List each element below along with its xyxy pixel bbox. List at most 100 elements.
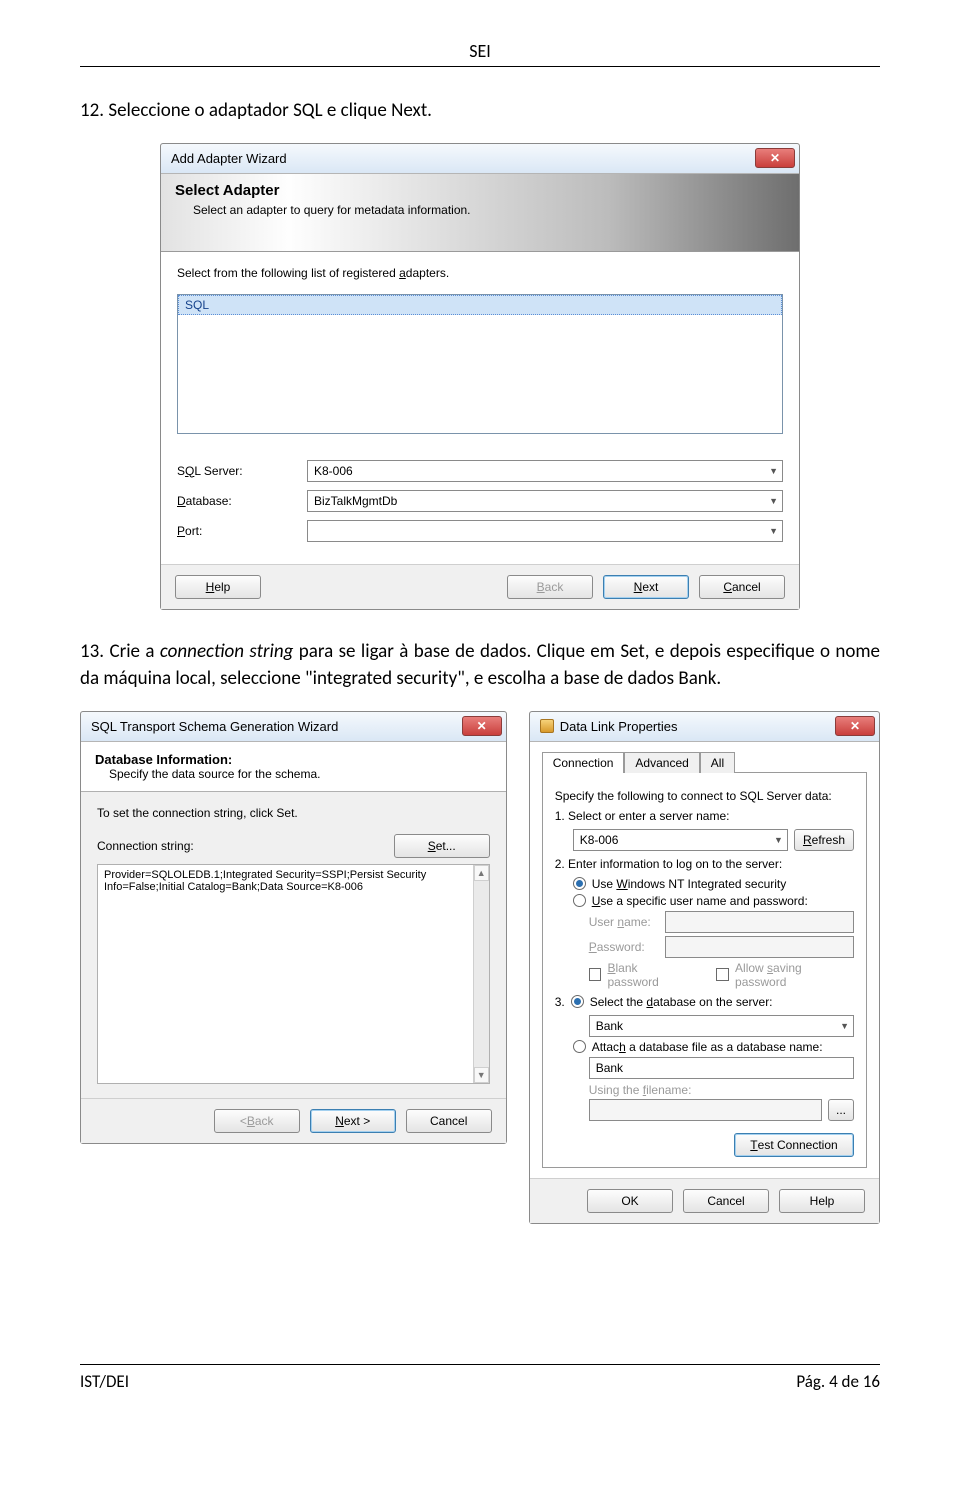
dialog-button-row: OK Cancel Help (530, 1178, 879, 1223)
next-button[interactable]: Next > (310, 1109, 396, 1133)
add-adapter-wizard-window: Add Adapter Wizard ✕ Select Adapter Sele… (160, 143, 800, 610)
label-sql-server: SQL Server: (177, 464, 307, 478)
attach-db-name-input[interactable]: Bank (589, 1057, 854, 1079)
radio-icon (573, 1040, 586, 1053)
tab-connection[interactable]: Connection (542, 752, 625, 773)
port-combo[interactable]: ▼ (307, 520, 783, 542)
close-icon: ✕ (850, 719, 860, 733)
browse-button[interactable]: ... (828, 1099, 854, 1121)
set-prompt: To set the connection string, click Set. (97, 806, 490, 820)
radio-select-db-label: Select the database on the server: (590, 995, 773, 1009)
radio-nt-integrated[interactable]: Use Windows NT Integrated security (573, 877, 854, 891)
test-connection-button[interactable]: Test Connection (734, 1133, 854, 1157)
titlebar[interactable]: Add Adapter Wizard ✕ (161, 144, 799, 174)
radio-attach-db[interactable]: Attach a database file as a database nam… (573, 1040, 854, 1054)
label-filename: Using the filename: (589, 1083, 854, 1097)
refresh-button[interactable]: Refresh (794, 829, 854, 851)
wizard-body: To set the connection string, click Set.… (81, 792, 506, 1098)
label-connection-string: Connection string: (97, 839, 194, 853)
step2-label: 2. Enter information to log on to the se… (555, 857, 854, 871)
page-footer: IST/DEI Pág. 4 de 16 (80, 1371, 880, 1392)
radio-specific-user[interactable]: Use a specific user name and password: (573, 894, 854, 908)
row-port: Port: ▼ (177, 520, 783, 542)
chevron-down-icon: ▼ (769, 526, 778, 536)
step1-label: 1. Select or enter a server name: (555, 809, 854, 823)
window-title: Add Adapter Wizard (171, 151, 287, 166)
close-button[interactable]: ✕ (462, 716, 502, 736)
tab-all[interactable]: All (700, 752, 735, 773)
dialog-icon (540, 719, 554, 733)
adapter-item-sql[interactable]: SQL (178, 295, 782, 315)
wizard-banner: Select Adapter Select an adapter to quer… (161, 174, 799, 252)
connection-string-textarea[interactable]: Provider=SQLOLEDB.1;Integrated Security=… (97, 864, 490, 1084)
chevron-down-icon: ▼ (840, 1021, 849, 1031)
password-input (665, 936, 854, 958)
help-button[interactable]: Help (779, 1189, 865, 1213)
cancel-button[interactable]: Cancel (406, 1109, 492, 1133)
footer-rule (80, 1364, 880, 1365)
tabstrip: Connection Advanced All (542, 752, 867, 773)
sql-server-combo[interactable]: K8-006 ▼ (307, 460, 783, 482)
header-rule (80, 66, 880, 67)
database-value: Bank (596, 1019, 623, 1033)
database-combo[interactable]: BizTalkMgmtDb ▼ (307, 490, 783, 512)
banner-subtitle: Specify the data source for the schema. (95, 767, 492, 781)
close-button[interactable]: ✕ (755, 148, 795, 168)
step3-number: 3. (555, 995, 565, 1009)
wizard-button-row: < Back Next > Cancel (81, 1098, 506, 1143)
next-button[interactable]: Next (603, 575, 689, 599)
dialog-intro: Specify the following to connect to SQL … (555, 789, 854, 803)
close-icon: ✕ (770, 151, 780, 165)
label-database: Database: (177, 494, 307, 508)
radio-icon (573, 894, 586, 907)
connection-string-value: Provider=SQLOLEDB.1;Integrated Security=… (104, 869, 483, 893)
database-combo[interactable]: Bank ▼ (589, 1015, 854, 1037)
chevron-down-icon: ▼ (769, 466, 778, 476)
label-password: Password: (589, 940, 659, 954)
chevron-down-icon: ▼ (769, 496, 778, 506)
database-value: BizTalkMgmtDb (314, 494, 397, 508)
checkbox-allow-save-password (716, 968, 729, 981)
sql-server-value: K8-006 (314, 464, 353, 478)
checkbox-blank-password (589, 968, 602, 981)
cancel-button[interactable]: Cancel (683, 1189, 769, 1213)
tab-panel-connection: Specify the following to connect to SQL … (542, 772, 867, 1168)
adapters-listbox[interactable]: SQL (177, 294, 783, 434)
scroll-up-icon[interactable]: ▲ (474, 865, 489, 881)
scrollbar[interactable]: ▲ ▼ (473, 865, 489, 1083)
close-button[interactable]: ✕ (835, 716, 875, 736)
help-button[interactable]: Help (175, 575, 261, 599)
sql-transport-wizard-window: SQL Transport Schema Generation Wizard ✕… (80, 711, 507, 1144)
banner-subtitle: Select an adapter to query for metadata … (175, 203, 785, 217)
window-title: Data Link Properties (560, 719, 678, 734)
server-name-value: K8-006 (580, 833, 619, 847)
wizard-button-row: Help Back Next Cancel (161, 564, 799, 609)
filename-input (589, 1099, 822, 1121)
window-title: SQL Transport Schema Generation Wizard (91, 719, 338, 734)
tab-advanced[interactable]: Advanced (624, 752, 699, 773)
username-input (665, 911, 854, 933)
footer-right: Pág. 4 de 16 (796, 1371, 880, 1392)
step-12-text: 12. Seleccione o adaptador SQL e clique … (80, 97, 880, 125)
back-button[interactable]: Back (507, 575, 593, 599)
titlebar[interactable]: SQL Transport Schema Generation Wizard ✕ (81, 712, 506, 742)
adapters-list-label: Select from the following list of regist… (177, 266, 783, 280)
label-username: User name: (589, 915, 659, 929)
step-13-text: 13. Crie a connection string para se lig… (80, 638, 880, 693)
radio-select-db[interactable] (571, 995, 584, 1008)
set-button[interactable]: Set... (394, 834, 490, 858)
banner-title: Database Information: (95, 752, 492, 767)
footer-left: IST/DEI (80, 1371, 129, 1392)
chevron-down-icon: ▼ (774, 835, 783, 845)
page-header: SEI (80, 40, 880, 62)
wizard-body: Select from the following list of regist… (161, 252, 799, 564)
ok-button[interactable]: OK (587, 1189, 673, 1213)
wizard-banner: Database Information: Specify the data s… (81, 742, 506, 792)
titlebar[interactable]: Data Link Properties ✕ (530, 712, 879, 742)
close-icon: ✕ (477, 719, 487, 733)
back-button[interactable]: < Back (214, 1109, 300, 1133)
row-database: Database: BizTalkMgmtDb ▼ (177, 490, 783, 512)
server-name-combo[interactable]: K8-006 ▼ (573, 829, 788, 851)
cancel-button[interactable]: Cancel (699, 575, 785, 599)
scroll-down-icon[interactable]: ▼ (474, 1067, 489, 1083)
